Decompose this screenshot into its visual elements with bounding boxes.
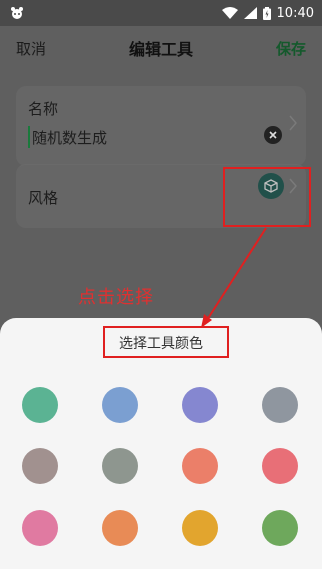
color-swatch[interactable] (102, 387, 138, 423)
app-notification-icon (11, 7, 23, 19)
highlight-box-sheet-title (103, 326, 229, 358)
color-swatch[interactable] (22, 448, 58, 484)
style-label: 风格 (28, 189, 59, 207)
name-label: 名称 (28, 100, 59, 118)
color-swatch[interactable] (182, 387, 218, 423)
status-bar: 10:40 (0, 0, 322, 26)
signal-icon (243, 7, 257, 19)
highlight-box-style (223, 167, 311, 227)
color-swatch[interactable] (262, 387, 298, 423)
chevron-right-icon (289, 115, 297, 131)
color-swatch[interactable] (262, 510, 298, 546)
save-button[interactable]: 保存 (276, 38, 306, 59)
color-swatch[interactable] (262, 448, 298, 484)
wifi-icon (221, 7, 238, 19)
color-swatch[interactable] (102, 448, 138, 484)
header: 取消 编辑工具 保存 (0, 26, 322, 70)
cancel-button[interactable]: 取消 (16, 38, 46, 59)
battery-icon (262, 6, 271, 20)
color-swatch[interactable] (102, 510, 138, 546)
color-swatch[interactable] (182, 510, 218, 546)
page-title: 编辑工具 (128, 40, 193, 59)
color-swatch[interactable] (22, 510, 58, 546)
annotation-hint: 点击选择 (78, 287, 154, 308)
name-input[interactable] (28, 126, 248, 148)
close-icon (269, 131, 277, 139)
color-swatch[interactable] (22, 387, 58, 423)
name-card: 名称 (16, 86, 306, 166)
color-swatch[interactable] (182, 448, 218, 484)
status-time: 10:40 (276, 5, 314, 21)
clear-input-button[interactable] (264, 126, 282, 144)
